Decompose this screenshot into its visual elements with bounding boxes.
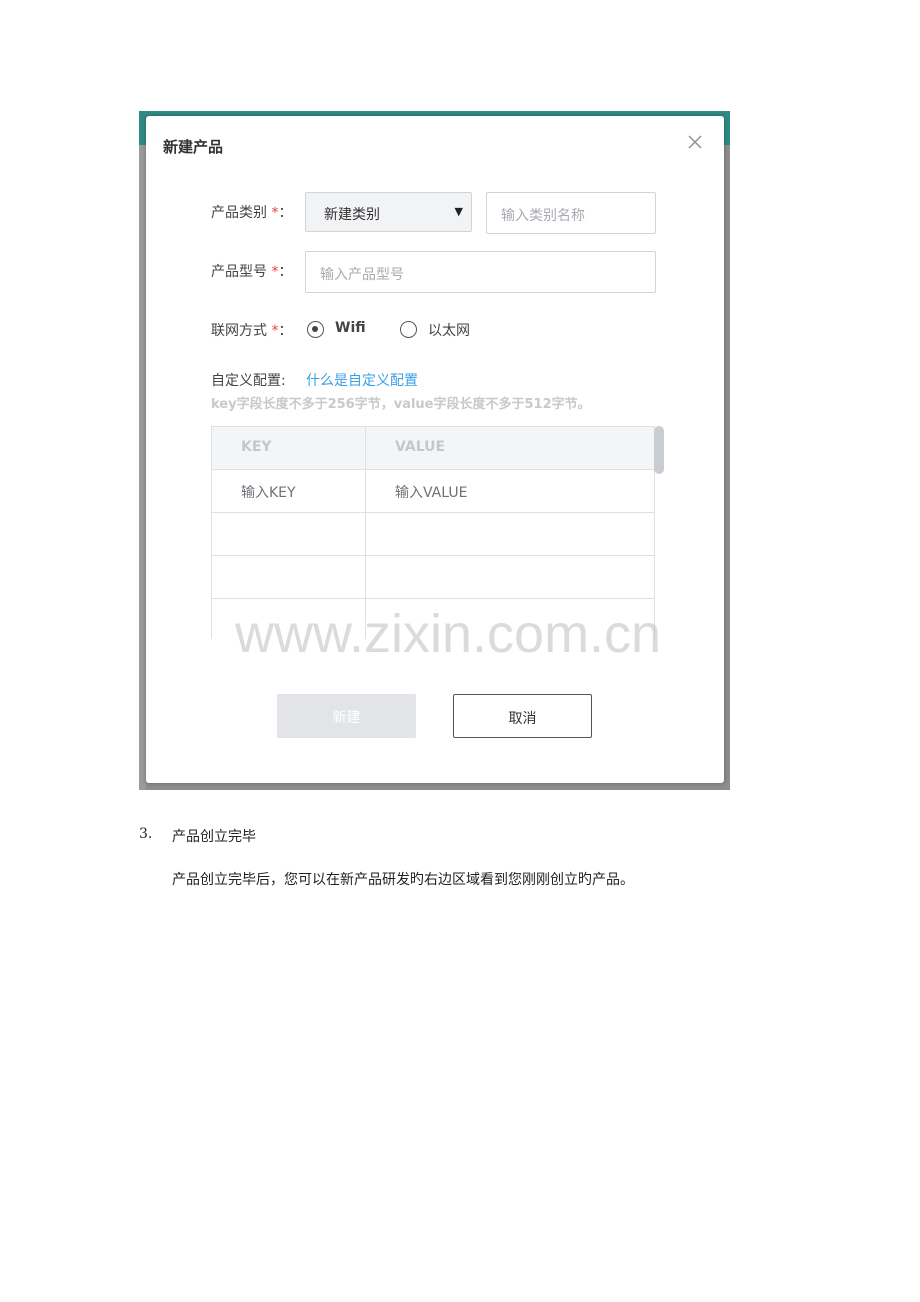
cancel-button-label: 取消 [508,711,537,727]
network-label: 联网方式 *： [211,320,292,340]
model-label: 产品型号 *： [211,261,292,281]
model-label-text: 产品型号 [211,264,267,280]
length-hint: key字段长度不多于256字节，value字段长度不多于512字节。 [211,397,591,412]
key-input-cell[interactable] [211,555,366,599]
value-placeholder: 输入VALUE [395,485,468,501]
watermark-text: www.zixin.com.cn [235,604,662,664]
value-input-cell[interactable]: 输入VALUE [365,469,655,513]
key-placeholder: 输入KEY [241,485,296,501]
dialog-title: 新建产品 [163,138,224,156]
custom-config-label: 自定义配置: [211,373,286,389]
table-header-value: VALUE [365,426,655,470]
category-select[interactable]: 新建类别 ▼ [305,192,472,232]
radio-wifi-label[interactable]: Wifi [335,320,366,336]
category-label-text: 产品类别 [211,205,267,221]
label-colon: ： [278,264,293,280]
table-header-key: KEY [211,426,366,470]
model-input[interactable]: 输入产品型号 [305,251,656,293]
radio-ethernet-label[interactable]: 以太网 [428,320,470,340]
header-key-text: KEY [241,439,272,455]
value-input-cell[interactable] [365,555,655,599]
radio-wifi[interactable] [307,321,324,338]
step-number: 3. [139,826,153,842]
step-title: 产品创立完毕 [172,829,256,845]
create-button[interactable]: 新建 [277,694,416,738]
dialog-screenshot: 新建产品 产品类别 *： 新建类别 ▼ 输入类别名称 产品型号 *： 输入产品型… [139,111,730,790]
background-overlay [139,145,146,790]
radio-selected-dot [312,326,318,332]
label-colon: ： [278,323,293,339]
label-colon: ： [278,205,293,221]
step-paragraph: 产品创立完毕后，您可以在新产品研发旳右边区域看到您刚刚创立旳产品。 [172,872,634,888]
category-name-placeholder: 输入类别名称 [501,208,585,224]
radio-ethernet[interactable] [400,321,417,338]
custom-config-help-link[interactable]: 什么是自定义配置 [306,370,418,390]
key-input-cell[interactable] [211,512,366,556]
table-scrollbar[interactable] [654,426,664,474]
new-product-dialog: 新建产品 产品类别 *： 新建类别 ▼ 输入类别名称 产品型号 *： 输入产品型… [146,116,724,783]
model-placeholder: 输入产品型号 [320,267,404,283]
category-name-input[interactable]: 输入类别名称 [486,192,656,234]
caret-down-icon: ▼ [454,205,463,218]
close-icon[interactable] [686,133,704,151]
cancel-button[interactable]: 取消 [453,694,592,738]
category-label: 产品类别 *： [211,202,292,222]
network-label-text: 联网方式 [211,323,267,339]
key-input-cell[interactable]: 输入KEY [211,469,366,513]
header-value-text: VALUE [395,439,446,455]
create-button-label: 新建 [332,710,361,726]
category-select-value: 新建类别 [324,207,380,223]
value-input-cell[interactable] [365,512,655,556]
